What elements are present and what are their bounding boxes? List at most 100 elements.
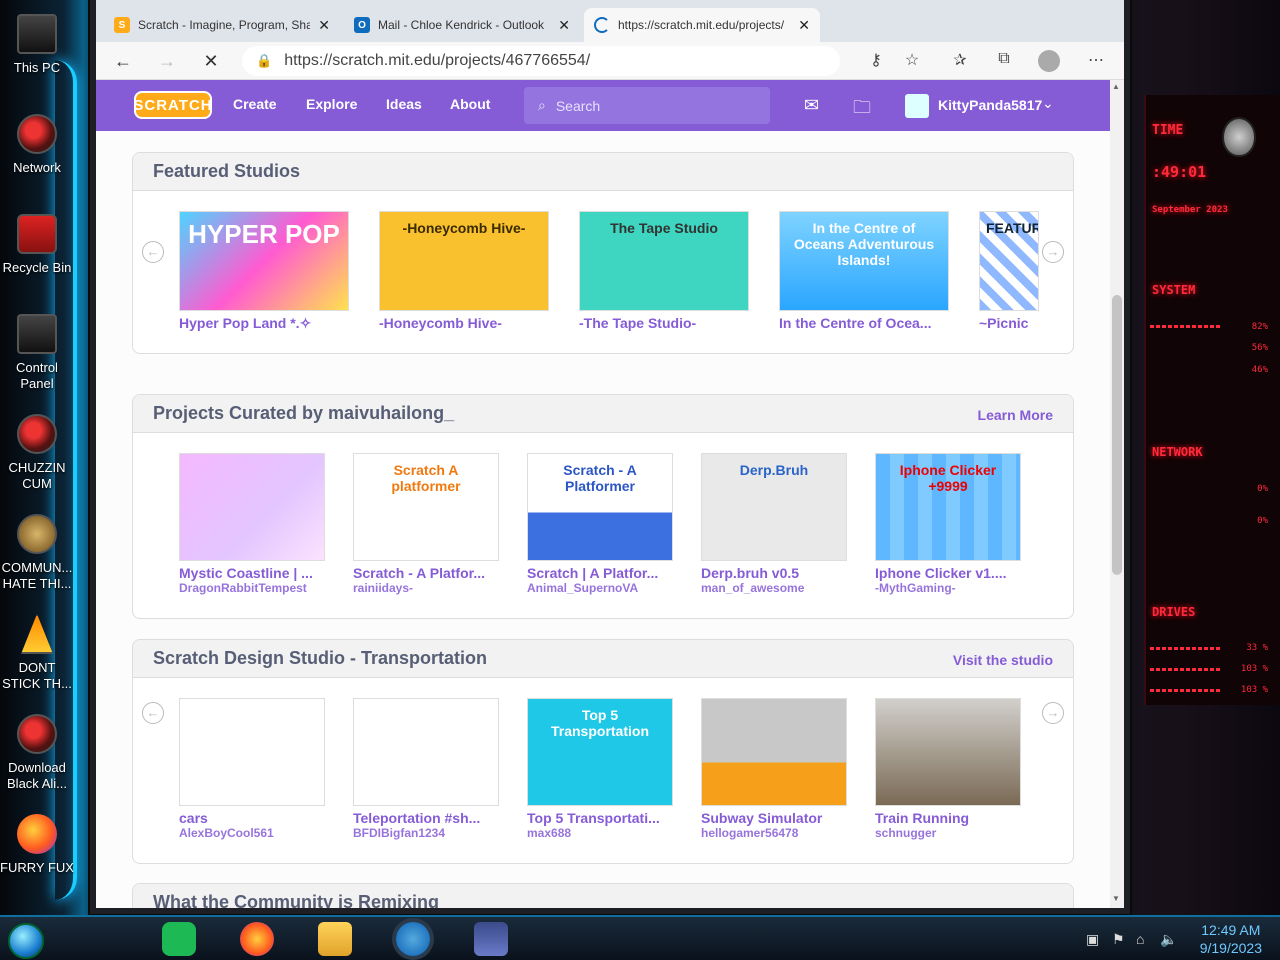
project-tile[interactable]: Teleportation #sh... BFDIBigfan1234 bbox=[353, 698, 499, 840]
nav-create[interactable]: Create bbox=[233, 96, 277, 112]
tile-title[interactable]: -Honeycomb Hive- bbox=[379, 315, 549, 331]
section-link[interactable]: Visit the studio bbox=[953, 652, 1053, 668]
tab-close-icon[interactable]: ✕ bbox=[798, 17, 810, 34]
carousel-prev-icon[interactable]: ← bbox=[142, 702, 164, 724]
desktop-icon[interactable]: This PC bbox=[0, 14, 74, 76]
tile-title[interactable]: -The Tape Studio- bbox=[579, 315, 749, 331]
studio-tile[interactable]: -Honeycomb Hive- -Honeycomb Hive- bbox=[379, 211, 549, 331]
carousel-prev-icon[interactable]: ← bbox=[142, 241, 164, 263]
project-tile[interactable]: Top 5 Transportation Top 5 Transportati..… bbox=[527, 698, 673, 840]
scratch-logo[interactable]: SCRATCH bbox=[133, 91, 212, 119]
thumbnail[interactable] bbox=[875, 698, 1021, 806]
desktop-icon[interactable]: Download Black Ali... bbox=[0, 714, 74, 792]
thumbnail[interactable]: In the Centre of Oceans Adventurous Isla… bbox=[779, 211, 949, 311]
tray-app-icon[interactable]: ▣ bbox=[1086, 931, 1099, 948]
tab-close-icon[interactable]: ✕ bbox=[318, 17, 330, 34]
tile-title[interactable]: cars bbox=[179, 810, 325, 826]
tab-current[interactable]: https://scratch.mit.edu/projects/ ✕ bbox=[584, 8, 820, 42]
carousel-next-icon[interactable]: → bbox=[1042, 702, 1064, 724]
tile-title[interactable]: Train Running bbox=[875, 810, 1021, 826]
network-icon[interactable]: ⌂ bbox=[1136, 931, 1144, 947]
project-tile[interactable]: Train Running schnugger bbox=[875, 698, 1021, 840]
project-tile[interactable]: Scratch - A Platformer Scratch | A Platfo… bbox=[527, 453, 673, 595]
tile-title[interactable]: In the Centre of Ocea... bbox=[779, 315, 949, 331]
desktop-icon[interactable]: CHUZZIN CUM bbox=[0, 414, 74, 492]
section-link[interactable]: Learn More bbox=[978, 407, 1053, 423]
tab-close-icon[interactable]: ✕ bbox=[558, 17, 570, 34]
tile-author[interactable]: -MythGaming- bbox=[875, 581, 1021, 595]
tile-author[interactable]: man_of_awesome bbox=[701, 581, 847, 595]
tile-author[interactable]: hellogamer56478 bbox=[701, 826, 847, 840]
tile-title[interactable]: Hyper Pop Land *.✧ bbox=[179, 315, 349, 332]
desktop-icon[interactable]: COMMUN... HATE THI... bbox=[0, 514, 74, 592]
thumbnail[interactable]: The Tape Studio bbox=[579, 211, 749, 311]
key-icon[interactable]: ⚷ bbox=[864, 50, 888, 72]
studio-tile[interactable]: HYPER POP Hyper Pop Land *.✧ bbox=[179, 211, 349, 332]
tab-scratch[interactable]: S Scratch - Imagine, Program, Sha ✕ bbox=[104, 8, 340, 42]
forward-arrow-icon[interactable]: → bbox=[154, 49, 180, 73]
back-arrow-icon[interactable]: ← bbox=[110, 49, 136, 73]
thumbnail[interactable]: Scratch - A Platformer bbox=[527, 453, 673, 561]
thumbnail[interactable]: -Honeycomb Hive- bbox=[379, 211, 549, 311]
thumbnail[interactable]: Iphone Clicker +9999 bbox=[875, 453, 1021, 561]
scrollbar-thumb[interactable] bbox=[1112, 295, 1122, 575]
project-tile[interactable]: Scratch A platformer Scratch - A Platfor.… bbox=[353, 453, 499, 595]
desktop-icon[interactable]: FURRY FUX bbox=[0, 814, 74, 876]
scroll-down-icon[interactable]: ▼ bbox=[1112, 894, 1120, 903]
desktop-icon[interactable]: Control Panel bbox=[0, 314, 74, 392]
tile-title[interactable]: Mystic Coastline | ... bbox=[179, 565, 325, 581]
studio-tile[interactable]: FEATURED! ~Picnic bbox=[979, 211, 1039, 331]
project-tile[interactable]: cars AlexBoyCool561 bbox=[179, 698, 325, 840]
project-tile[interactable]: Subway Simulator hellogamer56478 bbox=[701, 698, 847, 840]
tile-author[interactable]: BFDIBigfan1234 bbox=[353, 826, 499, 840]
nav-explore[interactable]: Explore bbox=[306, 96, 357, 112]
taskbar-clock[interactable]: 12:49 AM 9/19/2023 bbox=[1200, 921, 1262, 957]
thumbnail[interactable]: Derp.Bruh bbox=[701, 453, 847, 561]
desktop-icon[interactable]: Network bbox=[0, 114, 74, 176]
tile-title[interactable]: Scratch - A Platfor... bbox=[353, 565, 499, 581]
scroll-up-icon[interactable]: ▲ bbox=[1112, 82, 1120, 91]
task-manager-icon[interactable] bbox=[474, 922, 508, 956]
nav-ideas[interactable]: Ideas bbox=[386, 96, 422, 112]
tile-author[interactable]: AlexBoyCool561 bbox=[179, 826, 325, 840]
more-menu-icon[interactable]: ⋯ bbox=[1084, 50, 1108, 72]
carousel-next-icon[interactable]: → bbox=[1042, 241, 1064, 263]
user-avatar[interactable] bbox=[905, 94, 929, 118]
flag-icon[interactable]: ⚑ bbox=[1112, 931, 1125, 948]
tile-author[interactable]: rainiidays- bbox=[353, 581, 499, 595]
spotify-icon[interactable] bbox=[162, 922, 196, 956]
messages-icon[interactable]: ✉ bbox=[804, 95, 819, 116]
thumbnail[interactable]: FEATURED! bbox=[979, 211, 1039, 311]
desktop-icon[interactable]: Recycle Bin bbox=[0, 214, 74, 276]
stop-loading-icon[interactable]: ✕ bbox=[198, 49, 224, 73]
thumbnail[interactable] bbox=[179, 453, 325, 561]
studio-tile[interactable]: The Tape Studio -The Tape Studio- bbox=[579, 211, 749, 331]
tile-title[interactable]: Scratch | A Platfor... bbox=[527, 565, 673, 581]
add-favorite-icon[interactable]: ☆ bbox=[900, 50, 924, 72]
tile-title[interactable]: ~Picnic bbox=[979, 315, 1039, 331]
thumbnail[interactable]: Top 5 Transportation bbox=[527, 698, 673, 806]
url-field[interactable]: 🔒 https://scratch.mit.edu/projects/46776… bbox=[242, 46, 840, 76]
firefox-icon[interactable] bbox=[240, 922, 274, 956]
thumbnail[interactable] bbox=[353, 698, 499, 806]
tile-author[interactable]: max688 bbox=[527, 826, 673, 840]
thumbnail[interactable]: Scratch A platformer bbox=[353, 453, 499, 561]
tile-title[interactable]: Iphone Clicker v1.... bbox=[875, 565, 1021, 581]
collections-icon[interactable]: ⧉ bbox=[992, 50, 1016, 72]
start-button[interactable] bbox=[8, 923, 44, 959]
file-explorer-icon[interactable] bbox=[318, 922, 352, 956]
project-tile[interactable]: Mystic Coastline | ... DragonRabbitTempes… bbox=[179, 453, 325, 595]
tile-title[interactable]: Subway Simulator bbox=[701, 810, 847, 826]
studio-tile[interactable]: In the Centre of Oceans Adventurous Isla… bbox=[779, 211, 949, 331]
project-tile[interactable]: Iphone Clicker +9999 Iphone Clicker v1...… bbox=[875, 453, 1021, 595]
thumbnail[interactable] bbox=[179, 698, 325, 806]
my-stuff-folder-icon[interactable]: 🗀 bbox=[853, 95, 871, 125]
thumbnail[interactable] bbox=[701, 698, 847, 806]
favorites-icon[interactable]: ✰ bbox=[948, 50, 972, 72]
username[interactable]: KittyPanda5817 bbox=[938, 97, 1042, 113]
tile-title[interactable]: Top 5 Transportati... bbox=[527, 810, 673, 826]
tile-title[interactable]: Derp.bruh v0.5 bbox=[701, 565, 847, 581]
page-scrollbar[interactable]: ▲ ▼ bbox=[1110, 80, 1124, 908]
tab-outlook[interactable]: O Mail - Chloe Kendrick - Outlook ✕ bbox=[344, 8, 580, 42]
tile-title[interactable]: Teleportation #sh... bbox=[353, 810, 499, 826]
